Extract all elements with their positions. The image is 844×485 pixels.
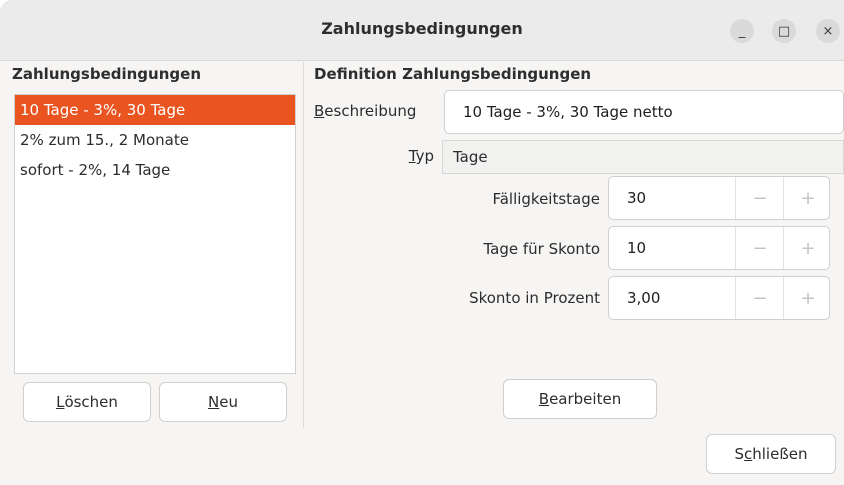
discount-percent-spinner[interactable]: 3,00 − + [608,276,830,320]
minimize-icon: _ [738,23,746,39]
edit-label: earbeiten [549,390,622,408]
discount-days-value: 10 [627,239,647,257]
due-days-label: Fälligkeitstage [492,190,600,208]
close-icon: × [822,23,834,39]
due-days-spinner[interactable]: 30 − + [608,176,830,220]
description-field[interactable]: 10 Tage - 3%, 30 Tage netto [444,90,844,134]
discount-days-decrement-button[interactable]: − [735,227,784,269]
delete-button[interactable]: Löschen [23,382,151,422]
new-button[interactable]: Neu [159,382,287,422]
maximize-button[interactable]: □ [772,19,796,43]
type-value-field: Tage [442,140,844,174]
new-label: eu [219,393,238,411]
close-mnemonic: c [744,445,753,463]
plus-icon: + [800,187,816,209]
type-value: Tage [453,148,488,166]
due-days-increment-button[interactable]: + [783,177,832,219]
list-item[interactable]: 10 Tage - 3%, 30 Tage [15,95,295,125]
discount-percent-value: 3,00 [627,289,661,307]
discount-days-spinner[interactable]: 10 − + [608,226,830,270]
minus-icon: − [752,187,768,209]
payment-terms-list[interactable]: 10 Tage - 3%, 30 Tage 2% zum 15., 2 Mona… [14,94,296,374]
minus-icon: − [752,287,768,309]
close-label-start: S [734,445,744,463]
maximize-icon: □ [777,23,791,39]
type-mnemonic: T [408,147,416,165]
discount-percent-label: Skonto in Prozent [469,289,600,307]
discount-days-label: Tage für Skonto [483,240,600,258]
plus-icon: + [800,237,816,259]
close-label-rest: hließen [752,445,808,463]
payment-terms-heading: Zahlungsbedingungen [12,65,201,83]
close-window-button[interactable]: × [816,19,840,43]
discount-percent-decrement-button[interactable]: − [735,277,784,319]
title-bar[interactable]: Zahlungsbedingungen _ □ × [0,0,844,61]
due-days-decrement-button[interactable]: − [735,177,784,219]
list-item[interactable]: 2% zum 15., 2 Monate [15,125,295,155]
discount-days-increment-button[interactable]: + [783,227,832,269]
dialog-window: Zahlungsbedingungen _ □ × Zahlungsbeding… [0,0,844,485]
delete-label: öschen [64,393,118,411]
list-item[interactable]: sofort - 2%, 14 Tage [15,155,295,185]
description-label-text: eschreibung [324,102,417,120]
description-label: Beschreibung [314,102,436,120]
type-label: Typ [380,147,434,165]
description-value: 10 Tage - 3%, 30 Tage netto [463,103,673,121]
description-mnemonic: B [314,102,325,120]
pane-divider [303,62,304,428]
plus-icon: + [800,287,816,309]
new-mnemonic: N [208,393,220,411]
edit-button[interactable]: Bearbeiten [503,379,657,419]
edit-mnemonic: B [538,390,550,408]
window-title: Zahlungsbedingungen [321,19,523,38]
minimize-button[interactable]: _ [730,19,754,43]
type-label-text: yp [415,147,434,165]
delete-mnemonic: L [56,393,65,411]
definition-heading: Definition Zahlungsbedingungen [314,65,592,83]
close-button[interactable]: Sc hließen [706,434,836,474]
minus-icon: − [752,237,768,259]
due-days-value: 30 [627,189,647,207]
discount-percent-increment-button[interactable]: + [783,277,832,319]
